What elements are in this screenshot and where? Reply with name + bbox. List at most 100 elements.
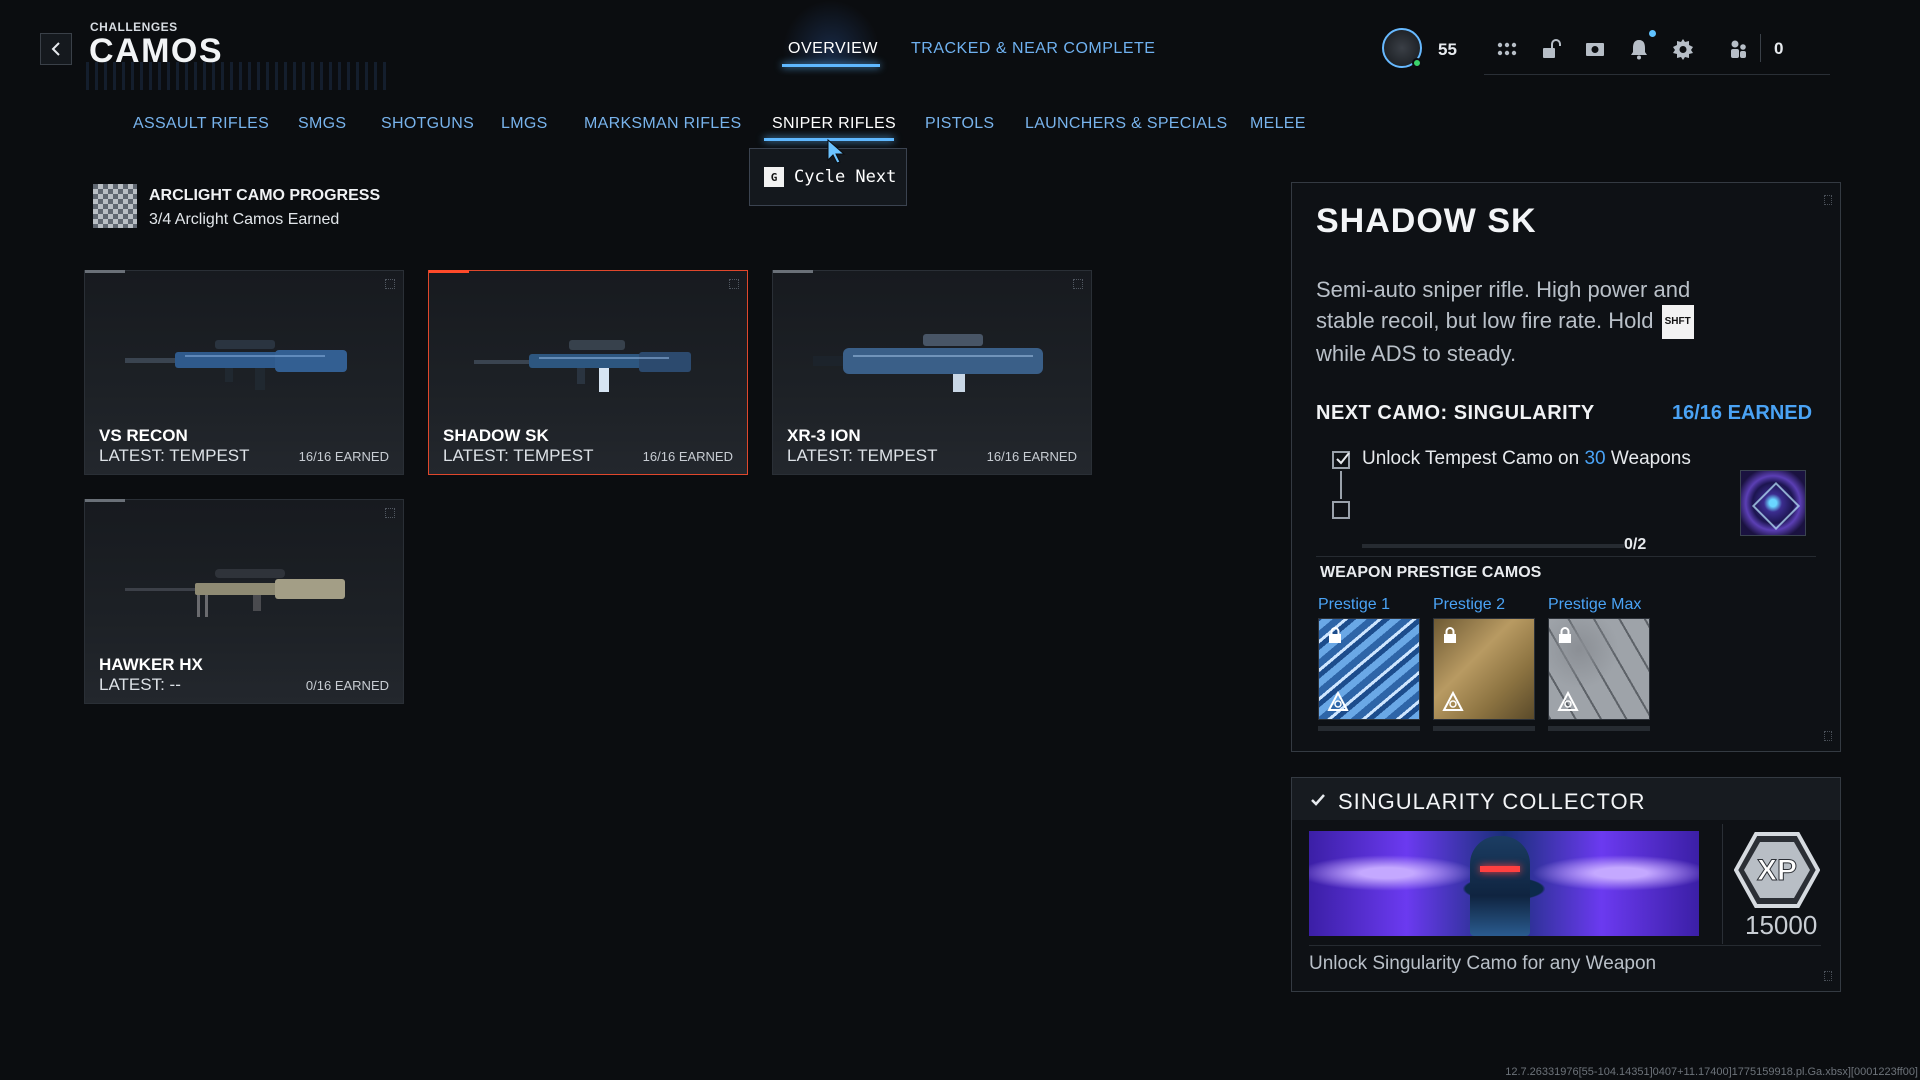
sniper-rifle-icon bbox=[474, 340, 691, 392]
category-shotguns[interactable]: SHOTGUNS bbox=[381, 115, 474, 133]
tab-tracked-near-complete[interactable]: TRACKED & NEAR COMPLETE bbox=[911, 40, 1155, 58]
key-g-icon: G bbox=[764, 167, 784, 187]
camo-progress-value: 0/2 bbox=[1624, 536, 1647, 553]
weapon-earned-count: 16/16 EARNED bbox=[986, 449, 1077, 464]
card-accent bbox=[773, 270, 813, 273]
weapon-name: XR-3 ION bbox=[787, 426, 861, 445]
weapon-latest-camo: LATEST: TEMPEST bbox=[787, 446, 938, 465]
requirement-prefix: Unlock Tempest Camo on bbox=[1362, 448, 1580, 469]
prestige-1-progress bbox=[1318, 726, 1420, 731]
requirement-count: 30 bbox=[1584, 448, 1606, 469]
checkmark-icon bbox=[1336, 452, 1350, 465]
weapon-earned-count: 16/16 EARNED bbox=[298, 449, 389, 464]
category-launchers-specials[interactable]: LAUNCHERS & SPECIALS bbox=[1025, 115, 1228, 133]
xp-reward-value: 15000 bbox=[1745, 910, 1818, 940]
prestige-emblem-icon bbox=[1442, 691, 1464, 711]
card-accent bbox=[85, 270, 125, 273]
prestige-emblem-icon bbox=[1557, 691, 1579, 711]
requirement-suffix: Weapons bbox=[1610, 448, 1691, 469]
requirement-checkbox-checked bbox=[1332, 451, 1350, 469]
friends-icon[interactable] bbox=[1726, 36, 1752, 62]
description-text: while ADS to steady. bbox=[1316, 341, 1517, 366]
weapon-name: HAWKER HX bbox=[99, 655, 203, 674]
card-accent bbox=[429, 270, 469, 273]
xp-divider bbox=[1722, 824, 1723, 944]
currency-value: 0 bbox=[1774, 39, 1784, 58]
card-corner-icon bbox=[1073, 279, 1083, 289]
card-accent bbox=[85, 499, 125, 502]
shift-key-icon: SHFT bbox=[1661, 305, 1694, 339]
requirement-checkbox-empty bbox=[1332, 501, 1350, 519]
panel-corner-icon bbox=[1824, 195, 1832, 205]
title-glitch-decoration bbox=[86, 62, 386, 90]
grid-menu-icon[interactable] bbox=[1494, 36, 1520, 62]
weapon-earned-count: 16/16 EARNED bbox=[642, 449, 733, 464]
prestige-max-progress bbox=[1548, 726, 1650, 731]
prestige-2-progress bbox=[1433, 726, 1535, 731]
store-icon[interactable] bbox=[1582, 36, 1608, 62]
weapon-description: Semi-auto sniper rifle. High power and s… bbox=[1316, 275, 1736, 369]
check-icon bbox=[1311, 794, 1325, 806]
weapon-card-vs-recon[interactable]: VS RECON LATEST: TEMPEST 16/16 EARNED bbox=[84, 270, 404, 475]
header-underline bbox=[1484, 74, 1830, 75]
card-corner-icon bbox=[385, 279, 395, 289]
xp-label: XP bbox=[1757, 854, 1797, 887]
card-corner-icon bbox=[729, 279, 739, 289]
card-corner-icon bbox=[385, 508, 395, 518]
lock-icon bbox=[1444, 627, 1456, 643]
category-smgs[interactable]: SMGS bbox=[298, 115, 346, 133]
lock-icon bbox=[1329, 627, 1341, 643]
weapon-latest-camo: LATEST: TEMPEST bbox=[99, 446, 250, 465]
xp-badge-icon: XP bbox=[1734, 832, 1820, 908]
unlock-icon[interactable] bbox=[1538, 36, 1564, 62]
category-melee[interactable]: MELEE bbox=[1250, 115, 1306, 133]
chevron-left-icon bbox=[51, 42, 60, 56]
mouse-cursor-icon bbox=[827, 138, 846, 164]
panel-corner-icon bbox=[1824, 971, 1832, 981]
requirement-text: Unlock Tempest Camo on 30 Weapons bbox=[1362, 448, 1691, 470]
weapon-name: VS RECON bbox=[99, 426, 188, 445]
prestige-max-camo[interactable] bbox=[1548, 618, 1650, 720]
weapon-latest-camo: LATEST: -- bbox=[99, 675, 181, 694]
category-assault-rifles[interactable]: ASSAULT RIFLES bbox=[133, 115, 269, 133]
camo-progress-bar bbox=[1362, 544, 1624, 548]
weapon-detail-title: SHADOW SK bbox=[1316, 202, 1537, 240]
collector-description: Unlock Singularity Camo for any Weapon bbox=[1309, 953, 1657, 974]
prestige-max-label: Prestige Max bbox=[1548, 596, 1642, 613]
description-text: Semi-auto sniper rifle. High power and s… bbox=[1316, 277, 1691, 333]
tab-overview[interactable]: OVERVIEW bbox=[788, 40, 878, 58]
arclight-progress-title: ARCLIGHT CAMO PROGRESS bbox=[149, 187, 381, 204]
sniper-rifle-icon bbox=[813, 334, 1043, 392]
category-sniper-rifles[interactable]: SNIPER RIFLES bbox=[772, 115, 896, 133]
collector-title: SINGULARITY COLLECTOR bbox=[1338, 789, 1646, 814]
back-button[interactable] bbox=[40, 33, 72, 65]
next-camo-earned-count: 16/16 EARNED bbox=[1672, 402, 1813, 424]
prestige-2-camo[interactable] bbox=[1433, 618, 1535, 720]
weapon-name: SHADOW SK bbox=[443, 426, 549, 445]
collector-figure-art bbox=[1470, 836, 1530, 936]
prestige-emblem-icon bbox=[1327, 691, 1349, 711]
header-divider bbox=[1760, 34, 1761, 62]
next-camo-label: NEXT CAMO: SINGULARITY bbox=[1316, 402, 1595, 424]
weapon-latest-camo: LATEST: TEMPEST bbox=[443, 446, 594, 465]
player-level: 55 bbox=[1438, 40, 1457, 59]
singularity-camo-preview[interactable] bbox=[1740, 470, 1806, 536]
collector-visor-art bbox=[1480, 866, 1520, 872]
sniper-rifle-icon bbox=[125, 340, 347, 390]
category-lmgs[interactable]: LMGS bbox=[501, 115, 548, 133]
sniper-rifle-icon bbox=[125, 569, 345, 617]
weapon-card-xr-3-ion[interactable]: XR-3 ION LATEST: TEMPEST 16/16 EARNED bbox=[772, 270, 1092, 475]
arclight-progress-subtitle: 3/4 Arclight Camos Earned bbox=[149, 211, 340, 228]
category-pistols[interactable]: PISTOLS bbox=[925, 115, 994, 133]
requirement-connector bbox=[1340, 471, 1342, 499]
prestige-2-label: Prestige 2 bbox=[1433, 596, 1506, 613]
lock-icon bbox=[1559, 627, 1571, 643]
gear-icon[interactable] bbox=[1670, 36, 1696, 62]
weapon-card-shadow-sk[interactable]: SHADOW SK LATEST: TEMPEST 16/16 EARNED bbox=[428, 270, 748, 475]
section-divider bbox=[1316, 556, 1816, 557]
weapon-card-hawker-hx[interactable]: HAWKER HX LATEST: -- 0/16 EARNED bbox=[84, 499, 404, 704]
bell-icon[interactable] bbox=[1626, 36, 1652, 62]
panel-corner-icon bbox=[1824, 731, 1832, 741]
prestige-1-camo[interactable] bbox=[1318, 618, 1420, 720]
category-marksman-rifles[interactable]: MARKSMAN RIFLES bbox=[584, 115, 741, 133]
